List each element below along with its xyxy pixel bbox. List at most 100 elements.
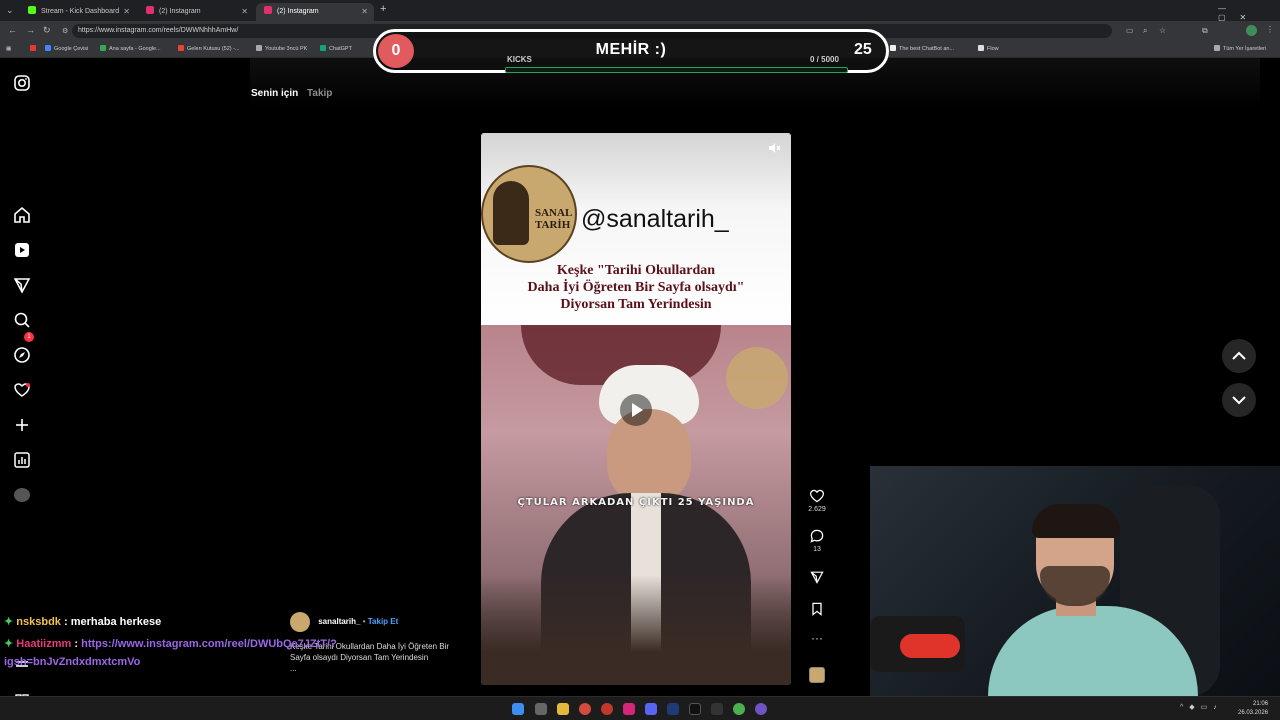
- windows-start-icon[interactable]: [512, 703, 524, 715]
- menu-icon[interactable]: ⋮: [1266, 25, 1274, 34]
- tab-kick-dashboard[interactable]: Stream - Kick Dashboard ✕: [20, 3, 136, 21]
- chat-username: Haatiizmm: [16, 638, 72, 650]
- dashboard-icon[interactable]: [12, 450, 32, 470]
- audio-thumbnail[interactable]: [809, 667, 825, 683]
- bookmark-item[interactable]: The best ChatBot an...: [890, 43, 954, 56]
- play-button[interactable]: [620, 394, 652, 426]
- reload-icon[interactable]: ↻: [43, 25, 51, 36]
- chrome-app-icon[interactable]: [579, 703, 591, 715]
- bookmark-item[interactable]: Gelen Kutusu (52) -...: [178, 43, 240, 56]
- bookmark-item[interactable]: Ana sayfa - Google...: [100, 43, 161, 56]
- share-button[interactable]: [806, 569, 828, 587]
- tab-following[interactable]: Takip: [307, 88, 332, 99]
- streamer-beard: [1040, 566, 1110, 606]
- file-explorer-icon[interactable]: [557, 703, 569, 715]
- instagram-app-icon[interactable]: [623, 703, 635, 715]
- site-info-icon[interactable]: ⚙: [62, 27, 68, 35]
- window-controls[interactable]: —▢✕: [1218, 4, 1280, 22]
- task-view-icon[interactable]: [535, 703, 547, 715]
- explore-icon[interactable]: [12, 345, 32, 365]
- comment-icon: [810, 529, 824, 543]
- chat-message-continued: igsh=bnJvZndxdmxtcmVo: [4, 656, 140, 668]
- more-options-icon[interactable]: ···: [806, 631, 828, 645]
- feed-tabs: Senin için Takip: [251, 88, 338, 99]
- play-icon: [632, 403, 643, 417]
- tiktok-app-icon[interactable]: [689, 703, 701, 715]
- reel-author: sanaltarih_ • Takip Et: [290, 612, 398, 632]
- chat-link[interactable]: igsh=bnJvZndxdmxtcmVo: [4, 656, 140, 668]
- bookmark-item[interactable]: ChatGPT: [320, 43, 352, 56]
- bookmark-item[interactable]: Youtube 3ncü PK: [256, 43, 307, 56]
- instagram-sidebar: 1: [0, 58, 44, 708]
- save-button[interactable]: [806, 601, 828, 619]
- chat-badge-icon: ✦: [4, 638, 14, 650]
- tab-search-icon[interactable]: ⌄: [6, 5, 14, 16]
- capcut-app-icon[interactable]: [711, 703, 723, 715]
- create-plus-icon[interactable]: [12, 415, 32, 435]
- desk-shadow: [481, 575, 791, 685]
- extensions-icon[interactable]: ⧉: [1202, 26, 1208, 36]
- follow-button[interactable]: Takip Et: [368, 617, 399, 626]
- next-reel-button[interactable]: [1222, 383, 1256, 417]
- caption-line: Diyorsan Tam Yerindesin: [560, 297, 712, 312]
- reel-video[interactable]: SANAL TARİH @sanaltarih_ Keşke "Tarihi O…: [481, 133, 791, 685]
- tab-for-you[interactable]: Senin için: [251, 88, 298, 99]
- close-tab-icon[interactable]: ✕: [361, 3, 368, 21]
- caption-more[interactable]: ...: [290, 663, 470, 674]
- like-button[interactable]: 2.629: [806, 488, 828, 513]
- bookmark-item[interactable]: Flow: [978, 43, 999, 56]
- bookmark-item[interactable]: [30, 43, 39, 56]
- kicks-progress-text: 0 / 5000: [810, 55, 839, 64]
- all-bookmarks[interactable]: Tüm Yer İşaretleri: [1214, 43, 1266, 56]
- webcam-feed: [870, 466, 1280, 696]
- previous-reel-button[interactable]: [1222, 339, 1256, 373]
- like-count: 2.629: [808, 506, 826, 513]
- tab-instagram-active[interactable]: (2) Instagram ✕: [256, 3, 374, 21]
- forward-icon[interactable]: →: [26, 25, 35, 35]
- photoshop-app-icon[interactable]: [667, 703, 679, 715]
- zoom-icon[interactable]: ⌕: [1143, 26, 1147, 36]
- bookmark-star-icon[interactable]: ☆: [1159, 26, 1166, 35]
- caption-line: Daha İyi Öğreten Bir Sayfa olsaydı": [527, 280, 745, 295]
- microphone: [900, 634, 960, 658]
- search-icon[interactable]: [12, 310, 32, 330]
- instagram-favicon-icon: [264, 6, 272, 14]
- back-icon[interactable]: ←: [8, 25, 17, 35]
- windows-taskbar: ^◆▭♪ 21:06 26.03.2026: [0, 696, 1280, 720]
- clock-date: 26.03.2026: [1238, 710, 1269, 716]
- notifications-heart-icon[interactable]: [12, 380, 32, 400]
- sanaltarih-watermark: [726, 347, 788, 409]
- separator: •: [362, 617, 366, 627]
- tab-instagram-1[interactable]: (2) Instagram ✕: [138, 3, 254, 21]
- goal-target-count: 25: [854, 41, 872, 58]
- reels-icon[interactable]: [12, 240, 32, 260]
- home-icon[interactable]: [12, 205, 32, 225]
- close-tab-icon[interactable]: ✕: [123, 3, 130, 21]
- system-tray-icons[interactable]: ^◆▭♪: [1180, 703, 1223, 711]
- chrome-active-app-icon[interactable]: [733, 703, 745, 715]
- install-app-icon[interactable]: ▭: [1126, 26, 1134, 35]
- mute-icon[interactable]: [767, 141, 781, 155]
- author-username[interactable]: sanaltarih_: [318, 617, 360, 626]
- bookmark-item[interactable]: Google Çevisi: [45, 43, 88, 56]
- obs-app-icon[interactable]: [755, 703, 767, 715]
- discord-app-icon[interactable]: [645, 703, 657, 715]
- apps-icon[interactable]: ▦: [6, 43, 11, 56]
- chat-username: nsksbdk: [16, 616, 61, 628]
- browser-tab-strip: ⌄ Stream - Kick Dashboard ✕ (2) Instagram…: [0, 0, 1280, 22]
- comment-button[interactable]: 13: [806, 528, 828, 553]
- messages-icon[interactable]: [12, 275, 32, 295]
- profile-avatar[interactable]: [1246, 25, 1257, 36]
- instagram-logo-icon[interactable]: [12, 73, 32, 93]
- close-tab-icon[interactable]: ✕: [241, 3, 248, 21]
- taskbar-clock[interactable]: 21:06 26.03.2026: [1238, 700, 1268, 718]
- opera-app-icon[interactable]: [601, 703, 613, 715]
- comment-count: 13: [813, 546, 821, 553]
- chat-link[interactable]: https://www.instagram.com/reel/DWUbQe7JZ…: [81, 638, 337, 650]
- heart-icon: [809, 489, 825, 503]
- author-avatar[interactable]: [290, 612, 310, 632]
- new-tab-button[interactable]: +: [380, 3, 386, 15]
- share-icon: [810, 571, 824, 584]
- instagram-favicon-icon: [146, 6, 154, 14]
- profile-avatar[interactable]: [14, 488, 30, 502]
